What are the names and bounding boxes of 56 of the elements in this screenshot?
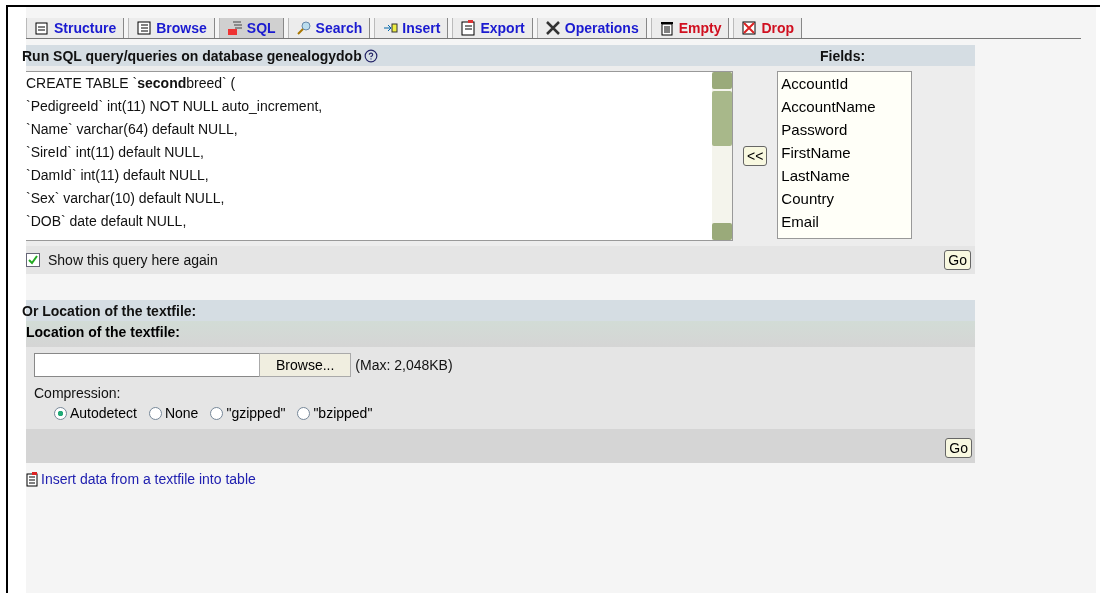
field-item[interactable]: FirstName (781, 141, 912, 164)
query-line: `SireId` int(11) default NULL, (26, 143, 205, 162)
radio-option[interactable]: Autodetect (54, 405, 137, 421)
trash-icon (658, 20, 675, 36)
query-line: `DOB` date default NULL, (26, 212, 188, 231)
tab[interactable]: Structure (26, 18, 125, 38)
query-line: `DamId` int(11) default NULL, (26, 166, 210, 185)
insert-field-button[interactable]: << (743, 146, 768, 166)
query-line: `Name` varchar(64) default NULL, (26, 120, 239, 139)
magnifier-icon (295, 20, 312, 36)
scrollbar[interactable] (712, 72, 732, 240)
go-button[interactable]: Go (945, 438, 972, 458)
compression-label: Compression: (34, 385, 122, 401)
tab[interactable]: Empty (650, 18, 730, 38)
section-title: Or Location of the textfile: (22, 302, 197, 319)
checkbox-label: Show this query here again (48, 252, 218, 268)
field-item[interactable]: Password (781, 118, 912, 141)
document-icon (460, 20, 477, 36)
list-icon (136, 20, 153, 36)
radio-button[interactable] (210, 406, 224, 420)
go-button[interactable]: Go (944, 250, 971, 270)
radio-button[interactable] (54, 406, 67, 420)
query-line: CREATE TABLE `secondbreed` ( (26, 74, 237, 93)
field-item[interactable]: AccountName (781, 95, 912, 118)
query-line: `Sex` varchar(10) default NULL, (26, 189, 226, 208)
insert-icon (382, 20, 399, 36)
tab[interactable]: SQL (218, 18, 284, 38)
help-icon[interactable] (363, 48, 378, 63)
field-item[interactable]: AccountId (781, 72, 912, 95)
tab[interactable]: Operations (536, 18, 647, 38)
tab[interactable]: Export (452, 18, 533, 38)
section-subtitle: Location of the textfile: (26, 321, 975, 347)
tab[interactable]: Search (287, 18, 371, 38)
checkbox[interactable] (26, 253, 40, 267)
field-item[interactable]: Country (781, 187, 912, 210)
fields-title: Fields: (820, 47, 867, 64)
insert-data-link[interactable]: Insert data from a textfile into table (26, 471, 1096, 487)
tab[interactable]: Insert (374, 18, 449, 38)
browse-button[interactable]: Browse... (259, 353, 352, 377)
file-input[interactable] (34, 353, 259, 377)
cross-icon (741, 20, 758, 36)
fields-list[interactable]: AccountId AccountName Password FirstName LastName Country Email (777, 71, 913, 239)
max-size-note: (Max: 2,048KB) (355, 357, 453, 373)
field-item[interactable]: Email (781, 210, 912, 233)
query-textarea[interactable] (26, 71, 733, 241)
tab[interactable]: Drop (733, 18, 803, 38)
query-line: `PedigreeId` int(11) NOT NULL auto_increment, (26, 97, 324, 116)
radio-option[interactable]: "gzipped" (210, 405, 286, 421)
radio-button[interactable] (148, 406, 162, 420)
radio-option[interactable]: None (148, 405, 199, 421)
clipboard-icon (34, 20, 50, 36)
radio-option[interactable]: "bzipped" (297, 405, 373, 421)
radio-button[interactable] (297, 406, 311, 420)
section-title: Run SQL query/queries on database genealogydob (22, 47, 378, 64)
tab[interactable]: Browse (128, 18, 215, 38)
field-item[interactable]: LastName (781, 164, 912, 187)
